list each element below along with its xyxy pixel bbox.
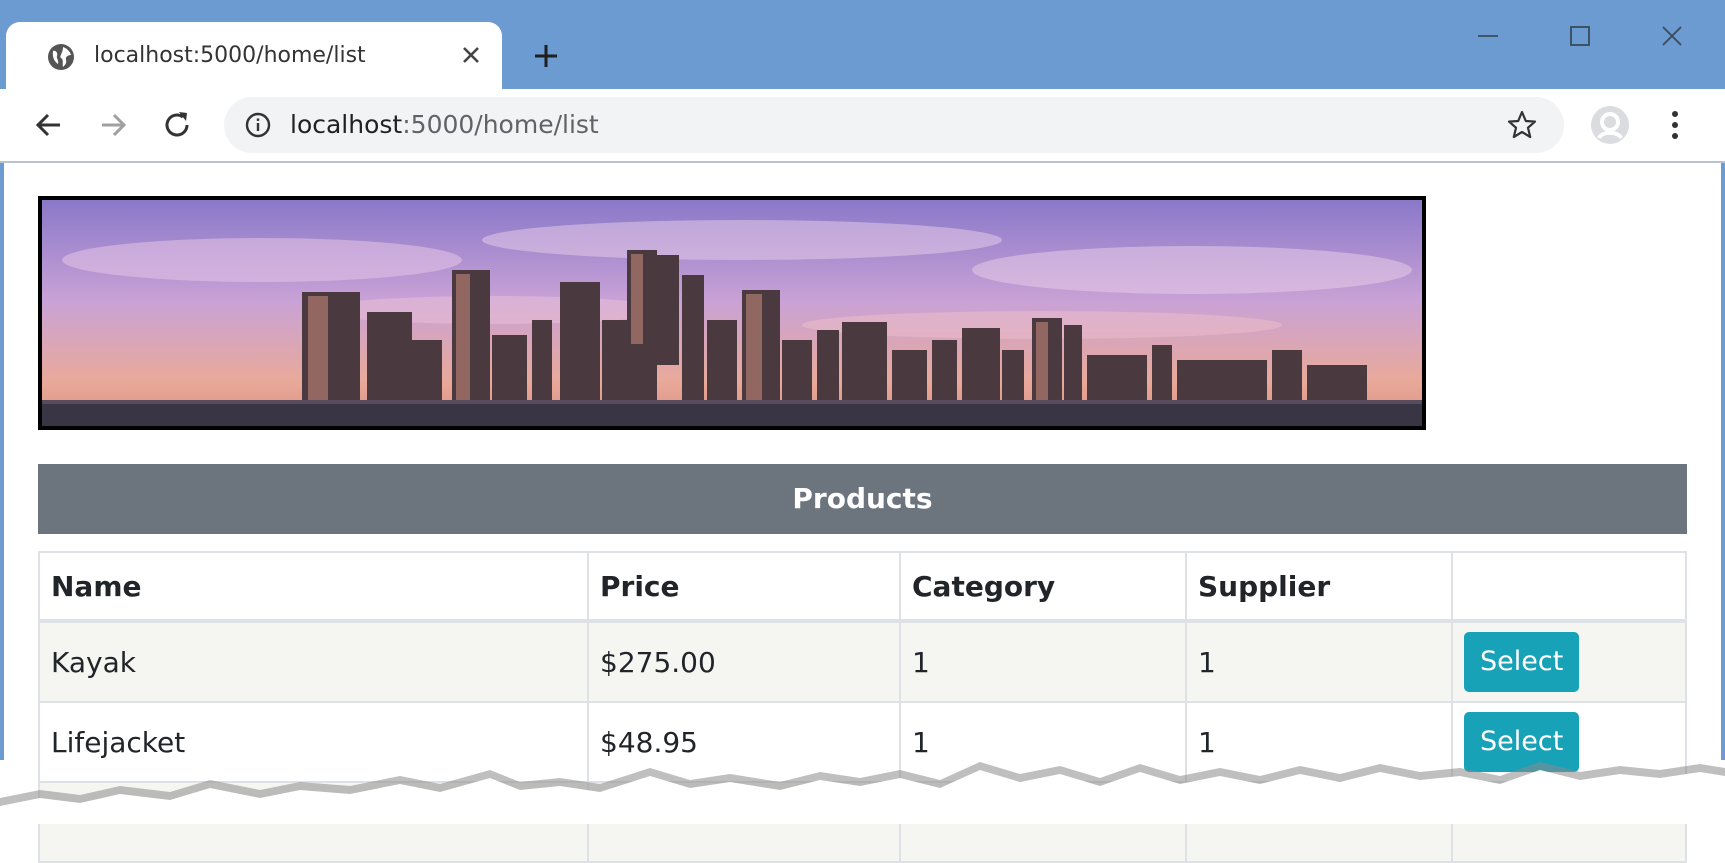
tab-title: localhost:5000/home/list xyxy=(94,43,366,68)
globe-icon xyxy=(48,44,74,70)
table-header-row: Name Price Category Supplier xyxy=(38,551,1687,623)
minimize-icon[interactable] xyxy=(1466,16,1510,56)
column-header-price: Price xyxy=(587,551,901,623)
close-icon[interactable] xyxy=(456,40,486,70)
bookmark-star-icon[interactable] xyxy=(1506,109,1538,141)
column-header-name: Name xyxy=(38,551,589,623)
profile-avatar-icon[interactable] xyxy=(1590,105,1630,145)
column-header-action xyxy=(1451,551,1687,623)
url-host: localhost xyxy=(290,110,403,139)
product-action-cell: Select xyxy=(1451,620,1687,703)
toolbar-divider xyxy=(0,161,1725,163)
reload-icon[interactable] xyxy=(158,106,196,144)
product-category: 1 xyxy=(899,620,1187,703)
browser-tab[interactable]: localhost:5000/home/list xyxy=(6,22,502,89)
forward-arrow-icon[interactable] xyxy=(94,106,132,144)
city-skyline-banner xyxy=(38,196,1426,430)
back-arrow-icon[interactable] xyxy=(30,106,68,144)
column-header-category: Category xyxy=(899,551,1187,623)
more-menu-icon[interactable] xyxy=(1660,105,1690,145)
browser-toolbar: localhost:5000/home/list xyxy=(0,89,1725,161)
new-tab-plus-icon[interactable] xyxy=(528,38,564,74)
select-button[interactable]: Select xyxy=(1464,632,1580,692)
window-close-icon[interactable] xyxy=(1650,16,1694,56)
city-skyline-image xyxy=(42,200,1422,426)
address-bar[interactable]: localhost:5000/home/list xyxy=(224,97,1564,153)
products-header: Products xyxy=(38,464,1687,534)
torn-edge-decoration xyxy=(0,762,1725,824)
table-row: Kayak $275.00 1 1 Select xyxy=(38,620,1687,703)
info-icon[interactable] xyxy=(244,111,272,139)
maximize-icon[interactable] xyxy=(1558,16,1602,56)
product-price: $275.00 xyxy=(587,620,901,703)
product-name: Kayak xyxy=(38,620,589,703)
tab-strip: localhost:5000/home/list xyxy=(0,0,1725,89)
url-text[interactable]: localhost:5000/home/list xyxy=(290,107,599,143)
product-supplier: 1 xyxy=(1185,620,1453,703)
url-path: :5000/home/list xyxy=(402,110,599,139)
column-header-supplier: Supplier xyxy=(1185,551,1453,623)
